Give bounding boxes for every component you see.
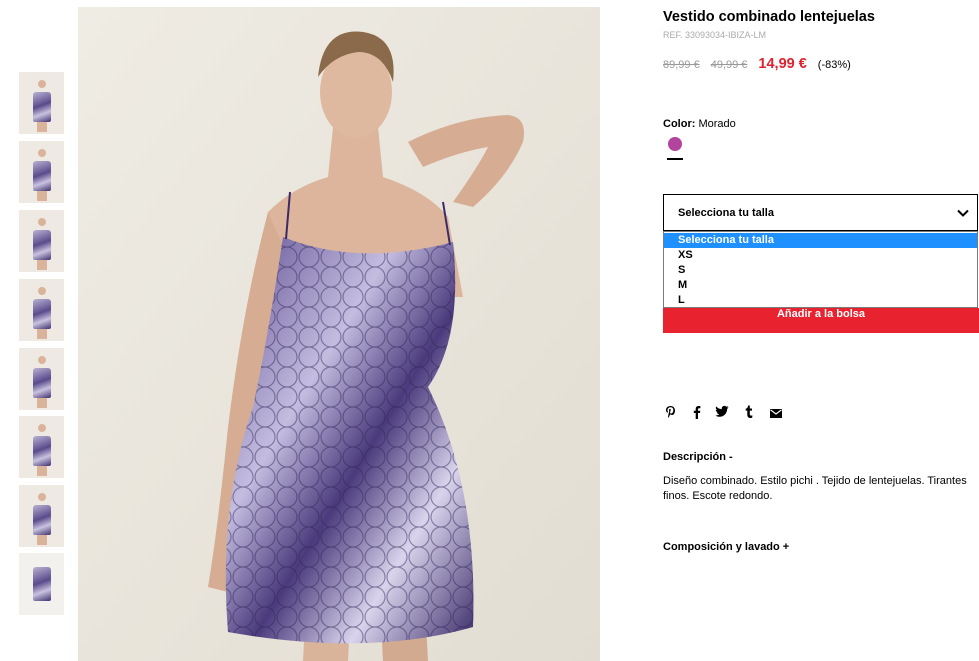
color-swatch-morado[interactable] <box>668 137 682 151</box>
product-title: Vestido combinado lentejuelas <box>663 9 875 25</box>
chevron-down-icon <box>957 209 969 217</box>
thumbnail-5[interactable] <box>19 348 64 410</box>
size-option[interactable]: M <box>664 278 977 293</box>
description-text: Diseño combinado. Estilo pichi . Tejido … <box>663 475 967 502</box>
size-option[interactable]: Selecciona tu talla <box>664 233 977 248</box>
color-label: Color: <box>663 118 696 130</box>
color-value: Morado <box>698 118 736 130</box>
thumbnail-8[interactable] <box>19 553 64 615</box>
pinterest-icon[interactable] <box>665 405 676 422</box>
share-icons <box>663 405 793 421</box>
size-option[interactable]: S <box>664 263 977 278</box>
selected-swatch-indicator <box>667 158 683 160</box>
facebook-icon[interactable] <box>693 405 701 422</box>
thumbnail-1[interactable] <box>19 72 64 134</box>
main-product-image <box>78 7 600 661</box>
thumbnail-3[interactable] <box>19 210 64 272</box>
size-option[interactable]: L <box>664 293 977 308</box>
color-label-row: Color: Morado <box>663 118 736 130</box>
size-select-value: Selecciona tu talla <box>678 207 774 219</box>
email-icon[interactable] <box>770 407 782 421</box>
description-heading[interactable]: Descripción - <box>663 451 733 463</box>
discount-badge: (-83%) <box>817 59 851 71</box>
thumbnail-7[interactable] <box>19 485 64 547</box>
size-dropdown-list: Selecciona tu talla XS S M L <box>663 231 978 308</box>
original-price-1: 89,99 € <box>663 59 700 71</box>
add-to-bag-button[interactable]: Añadir a la bolsa <box>663 308 979 333</box>
twitter-icon[interactable] <box>715 405 729 421</box>
product-reference: REF. 33093034-IBIZA-LM <box>663 30 767 40</box>
composition-heading[interactable]: Composición y lavado + <box>663 541 789 553</box>
original-price-2: 49,99 € <box>710 59 748 71</box>
size-select[interactable]: Selecciona tu talla <box>663 194 978 231</box>
thumbnail-2[interactable] <box>19 141 64 203</box>
thumbnail-6[interactable] <box>19 416 64 478</box>
thumbnail-4[interactable] <box>19 279 64 341</box>
tumblr-icon[interactable] <box>745 405 753 421</box>
size-option[interactable]: XS <box>664 248 977 263</box>
sale-price: 14,99 € <box>758 56 807 72</box>
price-row: 89,99 € 49,99 € 14,99 € (-83%) <box>663 56 851 72</box>
